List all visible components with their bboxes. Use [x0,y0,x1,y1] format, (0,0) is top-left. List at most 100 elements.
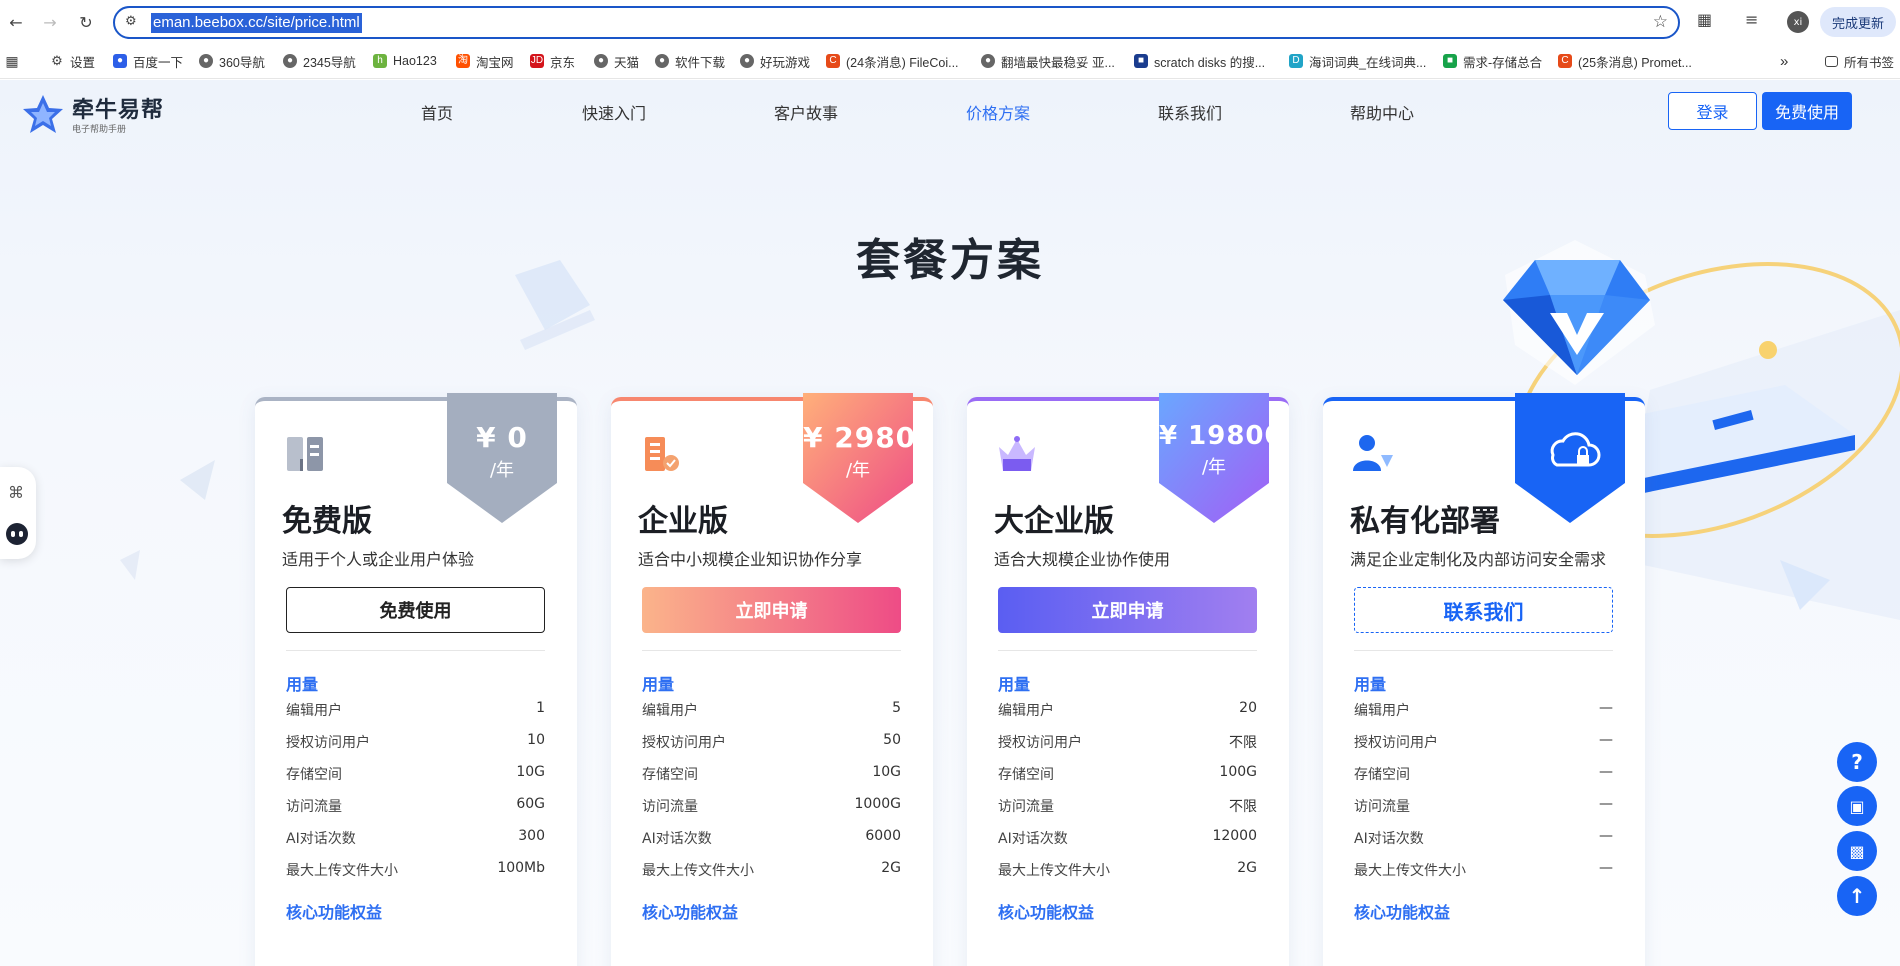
price-unit: /年 [489,460,515,481]
bookmark-item[interactable]: ⚙ 设置 [50,51,95,71]
reload-icon[interactable]: ↻ [74,10,98,34]
login-button[interactable]: 登录 [1668,92,1757,130]
usage-row: 最大上传文件大小 2G [642,860,901,879]
bookmark-item[interactable]: C (25条消息) Promet... [1558,51,1692,71]
bookmarks-overflow-icon[interactable]: » [1780,51,1788,71]
features-title: 核心功能权益 [642,903,739,922]
usage-title: 用量 [1354,675,1387,694]
plan-card-large-enterprise: ¥ 19800 /年 大企业版 适合大规模企业协作使用 立即申请 用量 编辑用户… [967,393,1289,966]
page-content: 牵牛易帮 电子帮助手册 首页 快速入门 客户故事 价格方案 联系我们 帮助中心 … [0,80,1900,966]
robot-icon[interactable]: ▩ [1837,831,1877,871]
logo-title: 牵牛易帮 [72,98,165,123]
bookmarks-bar: ▦ ⚙ 设置 ● 百度一下 ● 360导航 ● 2345导航 h Hao123 淘淘宝网 … [0,48,1900,74]
free-use-button[interactable]: 免费使用 [1762,92,1852,130]
usage-row: 授权访问用户 — [1354,732,1613,751]
bookmark-item[interactable]: h Hao123 [373,51,437,71]
nav-pricing[interactable]: 价格方案 [966,100,1030,124]
back-icon[interactable]: ← [4,10,28,34]
page-title: 套餐方案 [856,235,1044,286]
features-title: 核心功能权益 [1354,903,1451,922]
usage-row: 编辑用户 20 [998,700,1257,719]
price-value: ¥ 19800 [1159,421,1284,451]
apps-icon[interactable]: ▦ [4,51,26,71]
bookmark-item[interactable]: C (24条消息) FileCoi... [826,51,959,71]
free-plan-cta-button[interactable]: 免费使用 [286,587,545,633]
all-bookmarks[interactable]: 所有书签 [1825,51,1894,71]
bookmark-item[interactable]: ● 360导航 [199,51,265,71]
site-header: 牵牛易帮 电子帮助手册 首页 快速入门 客户故事 价格方案 联系我们 帮助中心 … [0,80,1900,140]
usage-row: 存储空间 — [1354,764,1613,783]
bookmark-star-icon[interactable]: ☆ [1653,12,1668,32]
bookmark-item[interactable]: ● 2345导航 [283,51,356,71]
scan-icon[interactable]: ▣ [1837,786,1877,826]
usage-row: 访问流量 — [1354,796,1613,815]
browser-toolbar: ← → ↻ ⚙ eman.beebox.cc/site/price.html ☆… [0,0,1900,44]
nav-customer-stories[interactable]: 客户故事 [774,100,838,124]
plan-name: 企业版 [638,504,728,539]
usage-row: 编辑用户 1 [286,700,545,719]
forward-icon[interactable]: → [38,10,62,34]
address-bar[interactable]: ⚙ eman.beebox.cc/site/price.html ☆ [113,6,1680,39]
nav-help-center[interactable]: 帮助中心 [1350,100,1414,124]
building-icon [645,437,679,471]
command-icon[interactable]: ⌘ [8,483,24,502]
price-badge: ¥ 19800 /年 [1159,393,1284,523]
usage-row: 编辑用户 5 [642,700,901,719]
nav-home[interactable]: 首页 [421,100,453,124]
large-enterprise-apply-button[interactable]: 立即申请 [998,587,1257,633]
features-title: 核心功能权益 [286,903,383,922]
enterprise-apply-button[interactable]: 立即申请 [642,587,901,633]
usage-row: 访问流量 60G [286,796,545,815]
plan-card-enterprise: ¥ 2980 /年 企业版 适合中小规模企业知识协作分享 立即申请 用量 编辑用… [611,393,933,966]
bookmark-item[interactable]: 淘淘宝网 [456,51,514,71]
assistant-face-icon[interactable] [6,523,28,545]
price-unit: /年 [1201,457,1227,478]
usage-row: 授权访问用户 不限 [998,735,1257,751]
nav-contact[interactable]: 联系我们 [1158,100,1222,124]
usage-title: 用量 [642,675,675,694]
nav-quickstart[interactable]: 快速入门 [582,100,646,124]
extensions-icon[interactable]: ▦ [1697,10,1712,29]
bookmark-item[interactable]: ● 好玩游戏 [740,51,810,71]
user-shield-icon [1353,435,1393,471]
bookmark-item[interactable]: ● 翻墙最快最稳妥 亚... [981,51,1115,71]
site-logo[interactable]: 牵牛易帮 电子帮助手册 [22,92,164,135]
usage-title: 用量 [286,675,319,694]
plan-name: 私有化部署 [1350,504,1500,539]
left-floating-toolbar: ⌘ [0,467,36,559]
browser-chrome: ← → ↻ ⚙ eman.beebox.cc/site/price.html ☆… [0,0,1900,79]
bookmark-item[interactable]: ● 软件下载 [655,51,725,71]
usage-row: 最大上传文件大小 2G [998,860,1257,879]
plan-card-free: ¥ 0 /年 免费版 适用于个人或企业用户体验 免费使用 用量 编辑用户 1 授权… [255,393,577,966]
usage-row: 访问流量 不限 [998,799,1257,815]
back-to-top-icon[interactable]: ↑ [1837,876,1877,916]
usage-row: AI对话次数 — [1354,828,1613,847]
price-badge [1515,393,1625,523]
book-icon [287,437,323,471]
usage-title: 用量 [998,675,1031,694]
features-title: 核心功能权益 [998,903,1095,922]
profile-avatar[interactable]: xi [1787,11,1809,33]
usage-row: AI对话次数 300 [286,828,545,847]
bookmark-item[interactable]: ● 天猫 [594,51,639,71]
url-text[interactable]: eman.beebox.cc/site/price.html [151,13,362,33]
usage-row: 存储空间 100G [998,764,1257,783]
plan-description: 适合大规模企业协作使用 [994,550,1171,569]
bookmark-item[interactable]: JD 京东 [530,51,575,71]
contact-us-button[interactable]: 联系我们 [1354,587,1613,633]
bookmark-item[interactable]: ■ scratch disks 的搜... [1134,51,1265,71]
plan-name: 大企业版 [994,504,1114,539]
usage-row: 最大上传文件大小 100Mb [286,860,545,879]
bookmark-item[interactable]: D 海词词典_在线词典... [1289,51,1426,71]
usage-row: 存储空间 10G [642,764,901,783]
help-fab[interactable]: ? [1837,742,1877,782]
vip-crown-icon [999,436,1035,471]
reading-list-icon[interactable]: ≡ [1745,10,1758,29]
usage-row: AI对话次数 12000 [998,828,1257,847]
price-unit: /年 [845,460,871,481]
divider [998,650,1257,651]
site-settings-icon[interactable]: ⚙ [125,14,143,32]
update-button[interactable]: 完成更新 [1820,7,1896,37]
bookmark-item[interactable]: ■ 需求-存储总合 [1443,51,1542,71]
bookmark-item[interactable]: ● 百度一下 [113,51,183,71]
